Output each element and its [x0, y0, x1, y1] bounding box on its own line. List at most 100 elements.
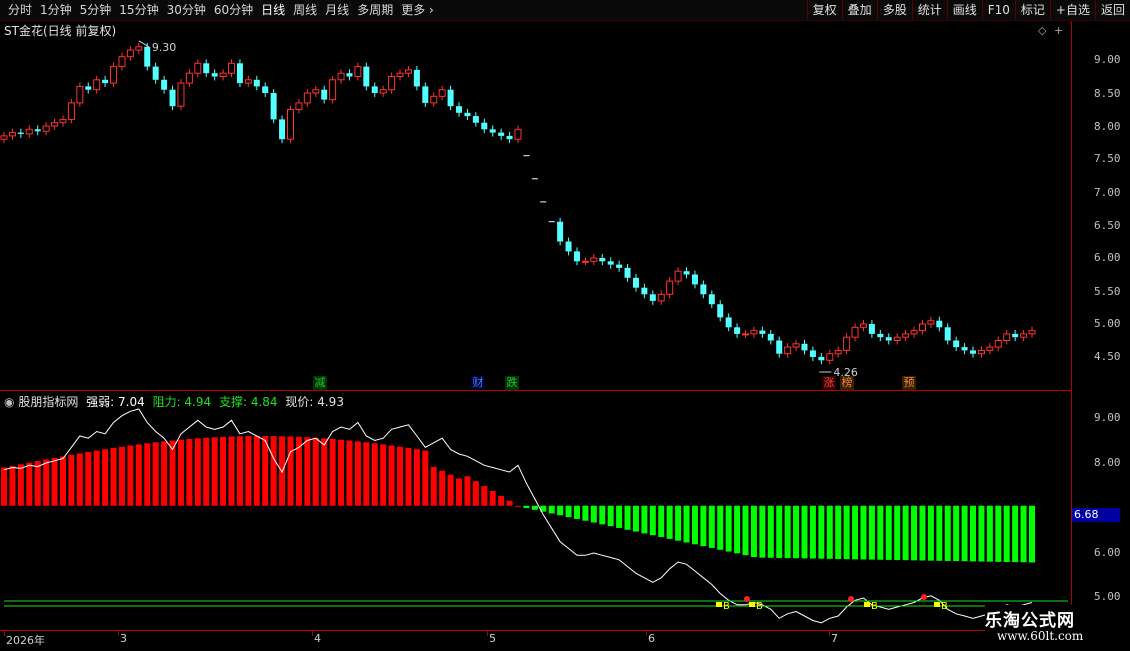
candle-body-down	[624, 267, 631, 278]
date-axis-label: 5	[489, 632, 496, 645]
indicator-bar-red	[51, 457, 58, 506]
candle-body-up	[110, 66, 118, 84]
indicator-bar-red	[413, 449, 420, 506]
candle-body-down	[17, 132, 24, 134]
candle-body-down	[253, 79, 260, 87]
indicator-bar-green	[666, 505, 673, 539]
indicator-bar-red	[354, 441, 361, 506]
indicator-bar-red	[135, 444, 142, 506]
candle-body-down	[953, 340, 960, 348]
indicator-bar-red	[211, 437, 218, 506]
indicator-bar-red	[118, 446, 125, 506]
indicator-bar-green	[565, 505, 572, 518]
indicator-bar-green	[826, 505, 833, 559]
indicator-bar-green	[852, 505, 859, 560]
candle-body-down	[34, 129, 41, 132]
candle-body-down	[573, 251, 580, 262]
indicator-bar-red	[228, 436, 235, 506]
indicator-bar-green	[641, 505, 648, 534]
indicator-bar-red	[236, 436, 243, 506]
event-marker[interactable]: 榜	[840, 376, 854, 390]
event-marker[interactable]: 预	[902, 376, 916, 390]
candle-body-up	[666, 280, 674, 295]
indicator-bar-red	[515, 505, 521, 507]
candle-body-down	[708, 294, 715, 305]
signal-dot	[921, 594, 927, 600]
indicator-bar-red	[321, 438, 328, 506]
indicator-bar-green	[944, 505, 951, 561]
indicator-bar-green	[624, 505, 631, 530]
indicator-bar-green	[742, 505, 749, 556]
candle-body-down	[321, 89, 328, 100]
indicator-bar-green	[548, 505, 555, 514]
candle-body-up	[25, 128, 33, 135]
indicator-bar-green	[1029, 505, 1035, 563]
candle-body-down	[161, 79, 168, 90]
indicator-bar-red	[456, 478, 463, 506]
indicator-bar-green	[784, 505, 791, 559]
candle-body-down	[169, 89, 176, 107]
event-marker[interactable]: 减	[313, 376, 327, 390]
indicator-bar-green	[616, 505, 623, 528]
toolbar-button-8[interactable]: 返回	[1094, 0, 1130, 20]
indicator-bar-red	[152, 442, 159, 506]
candle-body-down	[700, 284, 707, 295]
indicator-bar-green	[557, 505, 564, 516]
candle-body-up	[244, 79, 252, 84]
candle-body-down	[262, 86, 269, 93]
candle-body-up	[93, 79, 101, 91]
event-marker[interactable]: 财	[471, 376, 485, 390]
candle-body-up	[0, 135, 8, 140]
candle-body-down	[725, 317, 732, 328]
candle-body-down	[944, 327, 951, 341]
candle-body-down	[236, 63, 243, 84]
event-marker[interactable]: 跌	[505, 376, 519, 390]
indicator-bar-red	[371, 443, 378, 506]
indicator-bar-red	[43, 459, 50, 506]
price-axis-label: 7.50	[1094, 152, 1121, 165]
candle-body-down	[498, 132, 505, 136]
candle-body-down	[211, 73, 218, 77]
watermark: 乐淘公式网 www.60lt.com	[985, 605, 1115, 649]
candle-body-down	[102, 79, 109, 84]
candle-body-down	[464, 112, 471, 117]
indicator-bar-red	[17, 464, 24, 506]
candle-body-down	[422, 86, 429, 103]
price-axis-label: 8.50	[1094, 87, 1121, 100]
candle-body-down	[1012, 333, 1019, 338]
candle-body-down	[759, 330, 766, 334]
event-marker[interactable]: 涨	[822, 376, 836, 390]
indicator-bar-green	[919, 505, 926, 561]
candle-body-up	[851, 326, 859, 338]
candle-body-up	[337, 72, 345, 81]
current-indicator-value: 6.68	[1072, 508, 1120, 522]
candle-body-up	[329, 79, 337, 101]
candle-body-down	[270, 93, 277, 120]
indicator-bar-red	[422, 450, 429, 506]
candle-body-up	[750, 330, 758, 335]
indicator-bar-green	[734, 505, 741, 554]
candle-body-down	[691, 274, 698, 285]
candle-body-down	[447, 89, 454, 107]
indicator-bar-red	[329, 438, 336, 506]
candle-body-up	[792, 343, 800, 348]
price-axis-label: 6.00	[1094, 251, 1121, 264]
indicator-bar-green	[961, 505, 968, 562]
indicator-bar-red	[186, 438, 193, 506]
candle-body-up	[986, 346, 994, 351]
indicator-axis-label: 9.00	[1094, 411, 1121, 424]
indicator-bar-red	[430, 466, 437, 506]
indicator-bar-red	[1, 467, 7, 506]
indicator-bar-red	[304, 437, 311, 506]
candle-body-down	[456, 106, 463, 113]
indicator-bar-red	[498, 495, 505, 506]
indicator-bar-red	[102, 449, 109, 506]
date-axis-tick	[118, 631, 119, 636]
candle-body-down	[481, 122, 488, 130]
candle-body-up	[312, 89, 320, 94]
candle-body-up	[118, 56, 126, 68]
candle-body-down	[363, 66, 370, 87]
indicator-bar-green	[953, 505, 960, 562]
indicator-bar-red	[34, 461, 41, 506]
chart-canvas[interactable]: 9.304.26B B B B	[0, 0, 1071, 630]
